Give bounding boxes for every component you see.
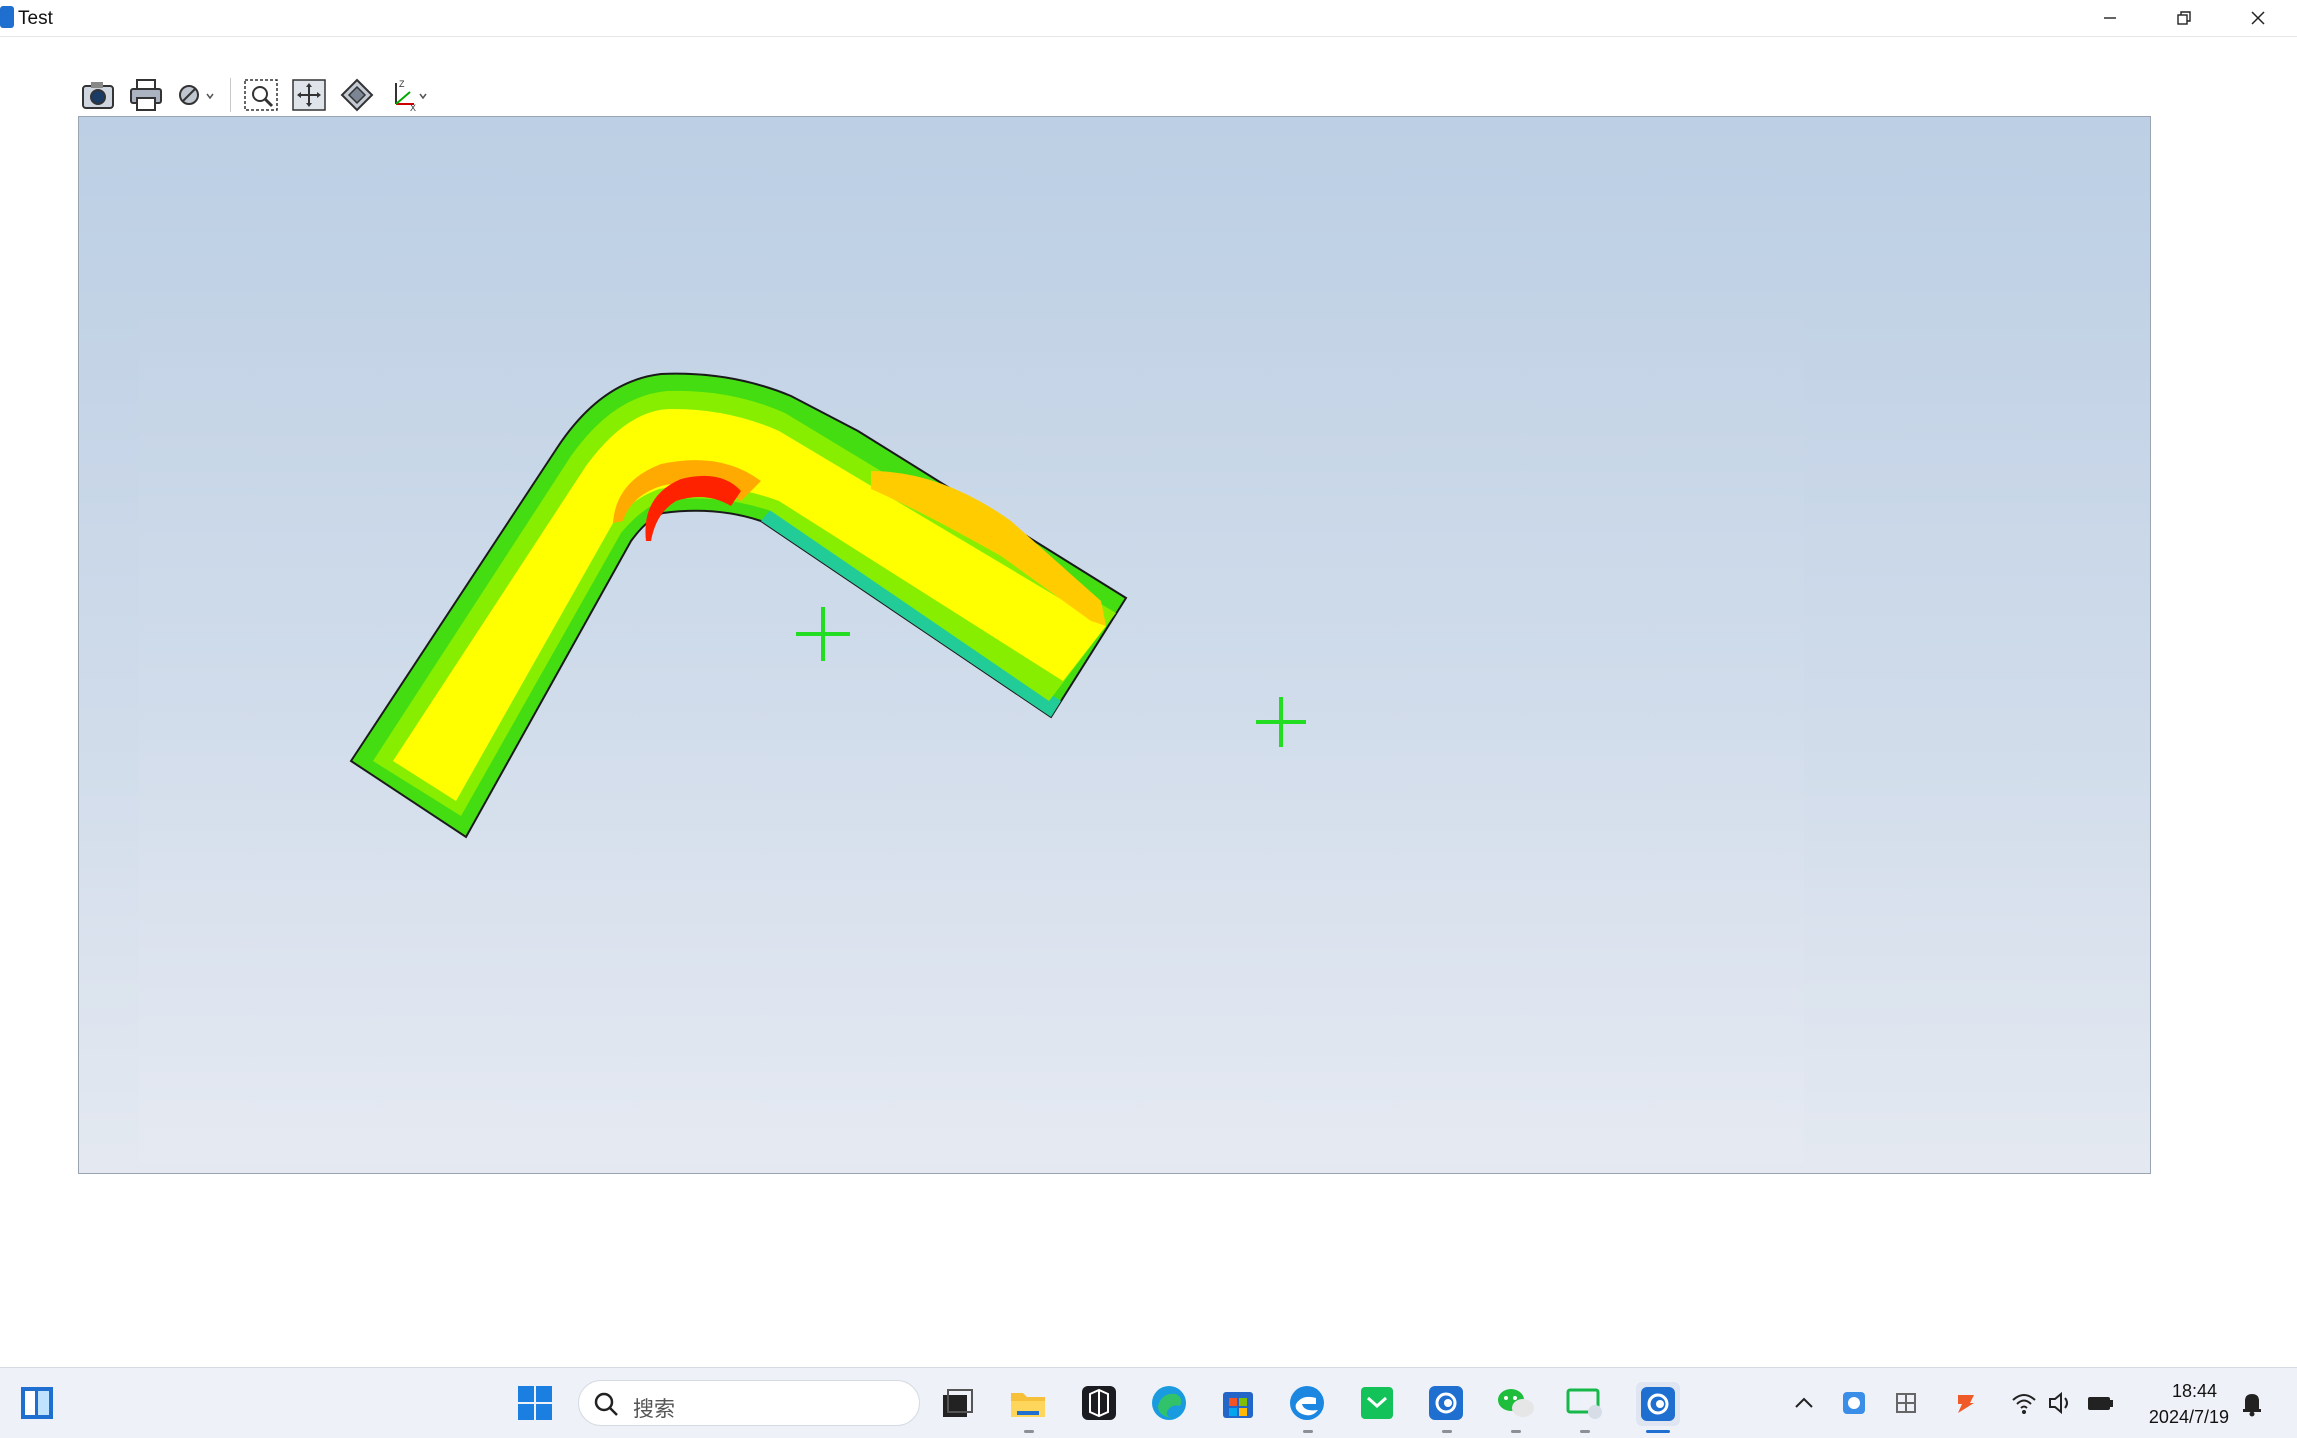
- title-bar: Test: [0, 0, 2297, 37]
- swirl-app-icon: [1429, 1386, 1463, 1420]
- keyboard-layout-icon: [1896, 1393, 1916, 1413]
- restore-button[interactable]: [2148, 0, 2220, 36]
- wifi-icon: [2012, 1394, 2036, 1414]
- minimize-button[interactable]: [2074, 0, 2146, 36]
- store-icon: [1223, 1392, 1253, 1418]
- store-button[interactable]: [1219, 1384, 1257, 1422]
- dark-app-icon: [1082, 1386, 1116, 1420]
- close-button[interactable]: [2222, 0, 2294, 36]
- active-swirl-app-icon: [1641, 1387, 1675, 1421]
- dark-app-button[interactable]: [1080, 1384, 1118, 1422]
- axes-view-button[interactable]: Z X: [385, 75, 431, 115]
- axes-view-icon: Z X: [395, 79, 427, 112]
- pan-icon: [292, 79, 326, 111]
- screen-app-icon: [1566, 1388, 1602, 1419]
- chevron-up-icon: [1795, 1397, 1813, 1408]
- edge-blue-button[interactable]: [1288, 1384, 1326, 1422]
- sogou-icon: [1958, 1395, 1974, 1413]
- running-indicator: [1303, 1430, 1313, 1433]
- search-icon: [594, 1392, 618, 1416]
- task-view-button[interactable]: [938, 1384, 976, 1422]
- display-mode-button[interactable]: [174, 75, 220, 115]
- taskbar-search[interactable]: 搜索: [578, 1380, 920, 1426]
- close-icon: [2251, 11, 2265, 25]
- fit-all-button[interactable]: [337, 75, 377, 115]
- origin-marker: [1256, 697, 1306, 747]
- minimize-icon: [2104, 17, 2116, 19]
- screenshot-button[interactable]: [78, 75, 118, 115]
- search-placeholder: 搜索: [633, 1398, 675, 1421]
- pan-button[interactable]: [289, 75, 329, 115]
- widgets-button[interactable]: [18, 1384, 56, 1422]
- edge-blue-icon: [1290, 1386, 1324, 1420]
- viewer-toolbar: Z X: [78, 74, 431, 116]
- speaker-icon: [2049, 1391, 2068, 1415]
- center-marker: [796, 607, 850, 661]
- toolbar-separator: [230, 78, 231, 112]
- app-icon: [0, 6, 14, 28]
- running-indicator: [1442, 1430, 1452, 1433]
- notifications-button[interactable]: [2238, 1389, 2266, 1417]
- zoom-window-button[interactable]: [241, 75, 281, 115]
- display-mode-icon: [179, 85, 214, 105]
- fit-all-icon: [340, 78, 374, 112]
- pipe-contour-plot: [349, 372, 1306, 839]
- 3d-viewport[interactable]: [78, 116, 2151, 1174]
- input-method-button[interactable]: [1892, 1389, 1920, 1417]
- battery-icon: [2088, 1397, 2113, 1410]
- wifi-button[interactable]: [2010, 1389, 2038, 1417]
- tray-app-button[interactable]: [1840, 1389, 1868, 1417]
- running-indicator: [1580, 1430, 1590, 1433]
- task-view-icon: [943, 1389, 973, 1417]
- wechat-button[interactable]: [1496, 1384, 1534, 1422]
- running-indicator: [1511, 1430, 1521, 1433]
- svg-text:X: X: [410, 103, 416, 112]
- wechat-icon: [1498, 1389, 1534, 1417]
- battery-button[interactable]: [2086, 1389, 2114, 1417]
- widgets-icon: [21, 1387, 53, 1419]
- file-explorer-icon: [1011, 1393, 1045, 1417]
- printer-icon: [130, 79, 162, 111]
- green-app-icon: [1361, 1387, 1393, 1419]
- show-hidden-icons-button[interactable]: [1790, 1389, 1818, 1417]
- start-button[interactable]: [516, 1384, 554, 1422]
- green-app-button[interactable]: [1358, 1384, 1396, 1422]
- file-explorer-button[interactable]: [1009, 1384, 1047, 1422]
- bell-icon: [2243, 1394, 2261, 1417]
- clock-time[interactable]: 18:44: [2172, 1381, 2217, 1402]
- screen-app-button[interactable]: [1565, 1384, 1603, 1422]
- edge-button[interactable]: [1150, 1384, 1188, 1422]
- windows-start-icon: [518, 1386, 552, 1420]
- clock-date[interactable]: 2024/7/19: [2149, 1407, 2229, 1428]
- active-swirl-app-button[interactable]: [1636, 1382, 1680, 1426]
- active-indicator: [1646, 1430, 1670, 1433]
- swirl-app-button[interactable]: [1427, 1384, 1465, 1422]
- sogou-ime-button[interactable]: [1952, 1389, 1980, 1417]
- svg-text:Z: Z: [399, 79, 405, 89]
- edge-icon: [1152, 1386, 1186, 1420]
- tray-app-icon: [1843, 1392, 1865, 1414]
- window-title: Test: [18, 8, 53, 29]
- restore-icon: [2177, 11, 2191, 25]
- zoom-window-icon: [244, 79, 278, 111]
- running-indicator: [1024, 1430, 1034, 1433]
- print-button[interactable]: [126, 75, 166, 115]
- camera-icon: [82, 82, 114, 109]
- volume-button[interactable]: [2046, 1389, 2074, 1417]
